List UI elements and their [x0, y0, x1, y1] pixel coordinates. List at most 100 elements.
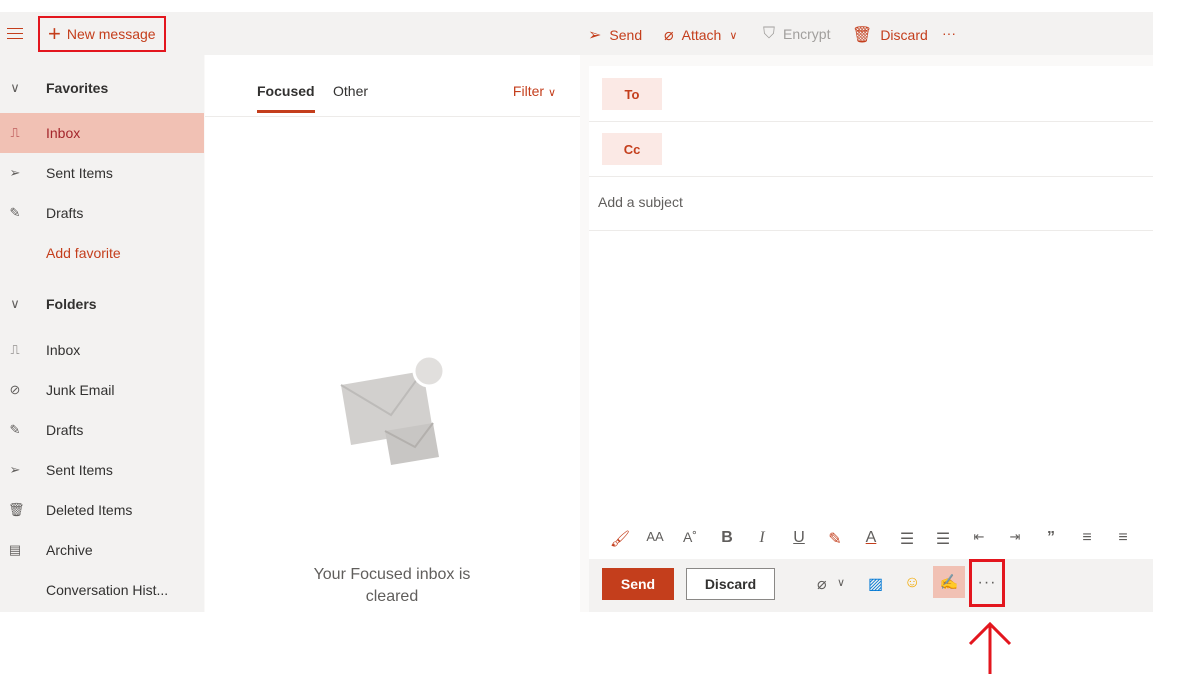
- font-size-icon[interactable]: AA: [644, 529, 666, 544]
- attach-command[interactable]: ⌀ Attach ∨: [664, 25, 737, 45]
- folder-junk-email[interactable]: ⊘ Junk Email: [0, 370, 204, 410]
- italic-icon[interactable]: I: [751, 529, 773, 547]
- send-icon: ➢: [588, 27, 602, 44]
- archive-icon: ▤: [8, 542, 22, 557]
- inbox-icon: ⎍: [10, 342, 20, 357]
- discard-command-label: Discard: [880, 27, 928, 43]
- empty-inbox-message: Your Focused inbox is cleared: [313, 566, 471, 605]
- folder-pane: ∨ Favorites ⎍ Inbox ➢ Sent Items ✎ Draft…: [0, 55, 204, 612]
- pencil-icon: ✎: [9, 205, 21, 220]
- editor-icon[interactable]: ✍: [933, 566, 965, 598]
- emoji-icon[interactable]: ☺: [904, 574, 920, 592]
- encrypt-command-label: Encrypt: [783, 26, 831, 42]
- folder-archive-label: Archive: [46, 542, 93, 558]
- grow-font-icon[interactable]: A˚: [679, 529, 701, 545]
- folder-sent-label: Sent Items: [46, 462, 113, 478]
- favorite-inbox[interactable]: ⎍ Inbox: [0, 113, 204, 153]
- quote-icon[interactable]: ”: [1040, 529, 1062, 547]
- highlight-icon[interactable]: ✎: [824, 529, 846, 549]
- folder-junk-label: Junk Email: [46, 382, 115, 398]
- discard-command[interactable]: 🗑 Discard: [852, 25, 928, 45]
- chevron-down-icon: ∨: [547, 87, 556, 99]
- folders-label: Folders: [46, 296, 97, 312]
- favorite-inbox-label: Inbox: [46, 125, 81, 141]
- folder-inbox-label: Inbox: [46, 342, 81, 358]
- send-command-label: Send: [609, 27, 643, 43]
- inbox-tabs: Focused Other Filter ∨: [205, 55, 580, 117]
- compose-pane: To Cc Add a subject 🖌 AA A˚ B I U ✎ A ☰ …: [589, 66, 1153, 612]
- more-commands-button[interactable]: ···: [942, 25, 956, 41]
- empty-inbox-illustration: [340, 354, 446, 465]
- add-favorite-link[interactable]: Add favorite: [0, 233, 204, 273]
- new-message-button[interactable]: + New message: [38, 16, 166, 52]
- send-button[interactable]: Send: [602, 568, 674, 600]
- folder-drafts-label: Drafts: [46, 422, 84, 438]
- folder-conversation-label: Conversation Hist...: [46, 582, 169, 598]
- send-command[interactable]: ➢ Send: [588, 25, 642, 45]
- folder-inbox[interactable]: ⎍ Inbox: [0, 330, 204, 370]
- more-commands-label: ···: [942, 25, 956, 41]
- font-color-icon[interactable]: A: [860, 529, 882, 547]
- to-row: To: [589, 66, 1153, 122]
- folder-deleted-items[interactable]: 🗑 Deleted Items: [0, 490, 204, 530]
- shield-icon: ⛉: [763, 25, 776, 42]
- attach-icon[interactable]: ⌀: [817, 574, 827, 594]
- decrease-indent-icon[interactable]: ⇤: [968, 529, 990, 545]
- attach-command-label: Attach: [681, 27, 722, 43]
- underline-icon[interactable]: U: [788, 529, 810, 547]
- cc-row: Cc: [589, 121, 1153, 177]
- trash-icon: 🗑: [8, 502, 25, 517]
- folders-header[interactable]: ∨ Folders: [0, 284, 204, 324]
- bold-icon[interactable]: B: [716, 529, 738, 547]
- more-options-button[interactable]: ···: [969, 559, 1005, 607]
- command-bar: + New message ➢ Send ⌀ Attach ∨ ⛉ Encryp…: [0, 12, 1153, 55]
- chevron-down-icon: ∨: [10, 80, 20, 95]
- encrypt-command[interactable]: ⛉ Encrypt: [763, 25, 830, 43]
- blocked-icon: ⊘: [9, 382, 21, 397]
- compose-actions-bar: Send Discard ⌀ ∨ ▨ ☺ ✍ ···: [589, 559, 1153, 612]
- insert-picture-icon[interactable]: ▨: [868, 574, 883, 594]
- send-icon: ➢: [9, 165, 21, 180]
- new-message-label: New message: [66, 26, 156, 42]
- inbox-icon: ⎍: [10, 125, 20, 140]
- tab-other[interactable]: Other: [333, 83, 368, 99]
- paperclip-icon: ⌀: [664, 27, 674, 44]
- folder-drafts[interactable]: ✎ Drafts: [0, 410, 204, 450]
- chevron-down-icon[interactable]: ∨: [837, 576, 845, 589]
- to-button[interactable]: To: [602, 78, 662, 110]
- format-painter-icon[interactable]: 🖌: [609, 529, 631, 549]
- favorite-sent-items[interactable]: ➢ Sent Items: [0, 153, 204, 193]
- tab-focused[interactable]: Focused: [257, 83, 315, 113]
- folder-sent-items[interactable]: ➢ Sent Items: [0, 450, 204, 490]
- bullets-icon[interactable]: ☰: [896, 529, 918, 549]
- filter-button[interactable]: Filter ∨: [513, 83, 556, 99]
- folder-deleted-label: Deleted Items: [46, 502, 133, 518]
- chevron-down-icon: ∨: [729, 29, 738, 42]
- filter-label: Filter: [512, 83, 545, 99]
- formatting-toolbar: 🖌 AA A˚ B I U ✎ A ☰ ☰ ⇤ ⇥ ” ≡ ≡: [589, 520, 1153, 558]
- favorites-label: Favorites: [46, 80, 109, 96]
- hamburger-menu-icon[interactable]: [7, 28, 23, 40]
- subject-input[interactable]: Add a subject: [598, 194, 683, 210]
- chevron-down-icon: ∨: [10, 296, 20, 311]
- align-left-icon[interactable]: ≡: [1076, 529, 1098, 547]
- favorite-drafts-label: Drafts: [46, 205, 84, 221]
- trash-icon: 🗑: [852, 27, 873, 44]
- pencil-icon: ✎: [9, 422, 21, 437]
- increase-indent-icon[interactable]: ⇥: [1004, 529, 1026, 545]
- folder-conversation-history[interactable]: Conversation Hist...: [0, 570, 204, 610]
- message-list: Focused Other Filter ∨ Your Focused inbo…: [205, 55, 580, 612]
- plus-icon: +: [48, 21, 61, 46]
- favorite-sent-label: Sent Items: [46, 165, 113, 181]
- outlook-app: + New message ➢ Send ⌀ Attach ∨ ⛉ Encryp…: [0, 12, 1153, 612]
- favorite-drafts[interactable]: ✎ Drafts: [0, 193, 204, 233]
- send-icon: ➢: [9, 462, 21, 477]
- align-center-icon[interactable]: ≡: [1112, 529, 1134, 547]
- folder-archive[interactable]: ▤ Archive: [0, 530, 204, 570]
- favorites-header[interactable]: ∨ Favorites: [0, 68, 204, 108]
- cc-button[interactable]: Cc: [602, 133, 662, 165]
- numbering-icon[interactable]: ☰: [932, 529, 954, 549]
- pointer-arrow-annotation: [968, 621, 1012, 674]
- add-favorite-label: Add favorite: [46, 245, 121, 261]
- discard-button[interactable]: Discard: [686, 568, 775, 600]
